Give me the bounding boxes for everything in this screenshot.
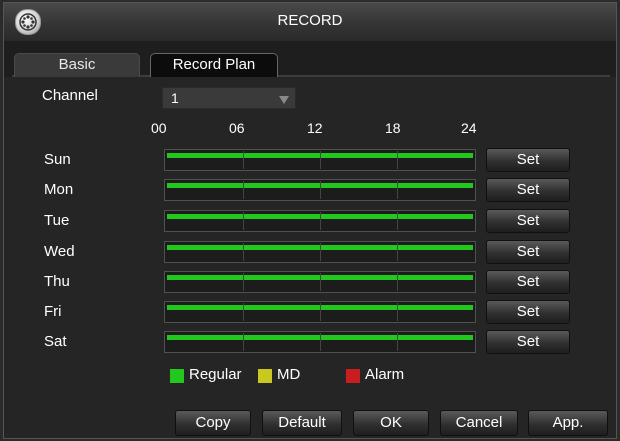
set-button-sun[interactable]: Set <box>486 148 570 172</box>
set-button-sat[interactable]: Set <box>486 330 570 354</box>
cancel-button[interactable]: Cancel <box>440 410 518 436</box>
set-button-thu[interactable]: Set <box>486 270 570 294</box>
day-label-sun: Sun <box>44 151 71 168</box>
hour-label-06: 06 <box>229 120 245 136</box>
schedule-bar-fri[interactable] <box>164 301 476 323</box>
set-button-tue[interactable]: Set <box>486 209 570 233</box>
day-label-wed: Wed <box>44 243 75 260</box>
ok-button[interactable]: OK <box>353 410 429 436</box>
legend-swatch-alarm <box>346 369 360 383</box>
set-button-wed[interactable]: Set <box>486 240 570 264</box>
legend-label-md: MD <box>277 366 301 383</box>
copy-button[interactable]: Copy <box>175 410 251 436</box>
hour-label-00: 00 <box>151 120 167 136</box>
default-button[interactable]: Default <box>262 410 342 436</box>
schedule-bar-wed[interactable] <box>164 241 476 263</box>
legend-label-alarm: Alarm <box>365 366 405 383</box>
schedule-bar-sat[interactable] <box>164 331 476 353</box>
hour-label-12: 12 <box>307 120 323 136</box>
day-label-thu: Thu <box>44 273 70 290</box>
legend-swatch-md <box>258 369 272 383</box>
schedule-bar-mon[interactable] <box>164 179 476 201</box>
apply-button[interactable]: App. <box>528 410 608 436</box>
record-dialog: RECORD Basic Record Plan Channel 1 00 06… <box>3 2 617 439</box>
channel-select[interactable]: 1 <box>162 87 296 109</box>
day-label-mon: Mon <box>44 181 74 198</box>
day-label-tue: Tue <box>44 212 70 229</box>
schedule-bar-tue[interactable] <box>164 210 476 232</box>
chevron-down-icon <box>279 96 289 104</box>
window-title: RECORD <box>277 12 343 29</box>
set-button-fri[interactable]: Set <box>486 300 570 324</box>
channel-label: Channel <box>42 87 98 104</box>
day-label-fri: Fri <box>44 303 62 320</box>
set-button-mon[interactable]: Set <box>486 178 570 202</box>
schedule-bar-thu[interactable] <box>164 271 476 293</box>
legend-label-regular: Regular <box>189 366 242 383</box>
hour-label-18: 18 <box>385 120 401 136</box>
day-label-sat: Sat <box>44 333 67 350</box>
hour-label-24: 24 <box>461 120 477 136</box>
title-bar: RECORD <box>4 3 616 42</box>
legend-swatch-regular <box>170 369 184 383</box>
tab-basic[interactable]: Basic <box>14 53 140 77</box>
channel-value: 1 <box>171 90 179 106</box>
tab-record-plan[interactable]: Record Plan <box>150 53 278 77</box>
schedule-bar-sun[interactable] <box>164 149 476 171</box>
